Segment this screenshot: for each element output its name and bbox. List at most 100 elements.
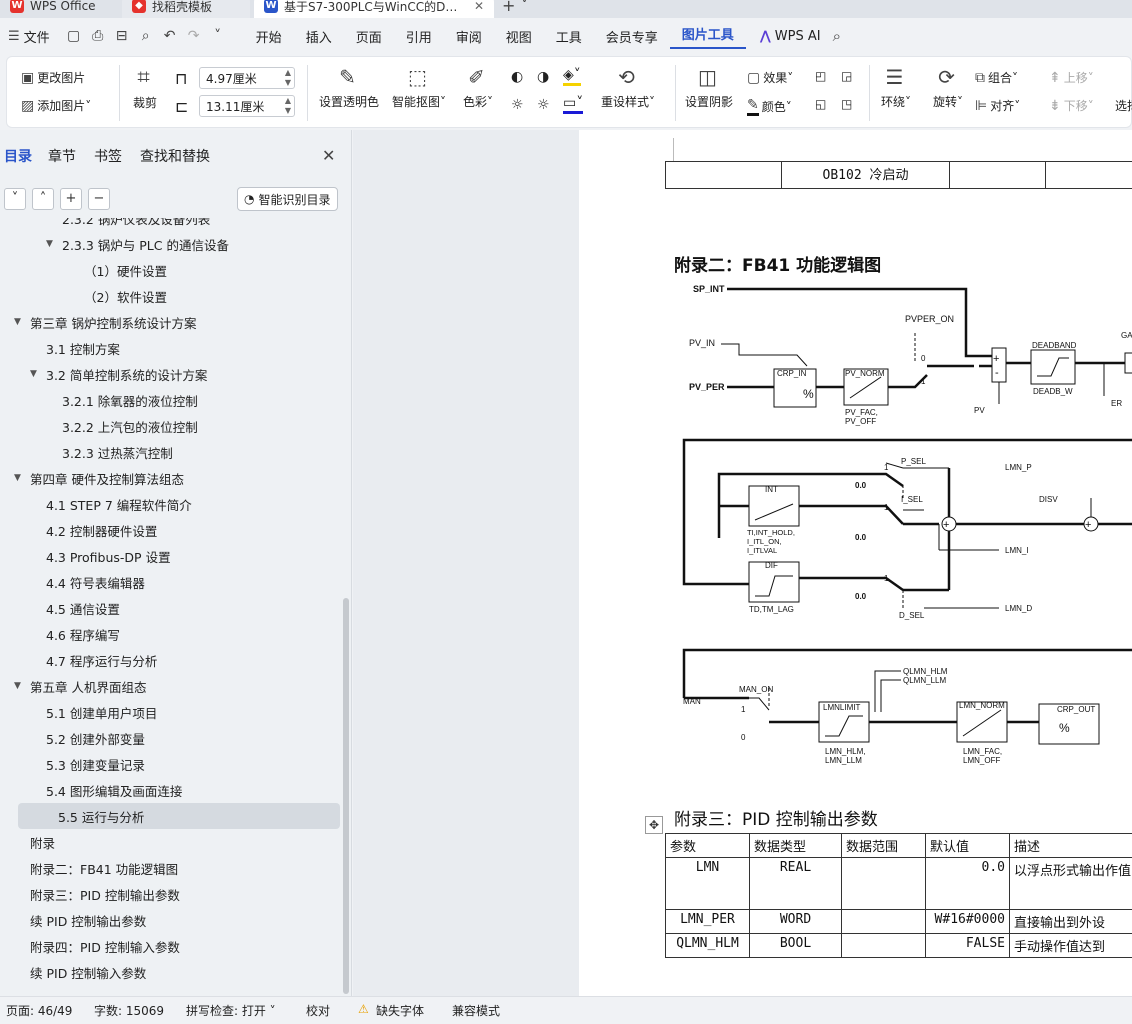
tab-chapters[interactable]: 章节 [48, 146, 76, 166]
toc-item[interactable]: 5.2 创建外部变量 [0, 725, 145, 751]
toc-item[interactable]: ▼ 第三章 锅炉控制系统设计方案 [0, 309, 196, 335]
file-menu[interactable]: 文件 [20, 27, 62, 46]
width-field[interactable]: 4.97厘米 ▲ ▼ [199, 67, 295, 89]
move-up-button[interactable]: ⇞ 上移 ˅ [1049, 69, 1094, 86]
toc-scrollbar[interactable] [343, 598, 349, 994]
menu-home[interactable]: 开始 [244, 27, 294, 46]
menu-review[interactable]: 审阅 [444, 27, 494, 46]
toc-item[interactable]: 4.6 程序编写 [0, 621, 120, 647]
toc-item[interactable]: （2）软件设置 [0, 283, 167, 309]
tab-find-replace[interactable]: 查找和替换 [140, 146, 210, 166]
color-button[interactable]: ✐ 色彩˅ [463, 65, 493, 110]
tab-toc[interactable]: 目录 [4, 146, 32, 166]
effect-button[interactable]: ▢ 效果 ˅ [747, 69, 793, 86]
toc-item[interactable]: 附录四：PID 控制输入参数 [0, 933, 180, 959]
brightness-down-icon[interactable]: ☼ [511, 97, 524, 113]
missing-font-button[interactable]: 缺失字体 [376, 1002, 424, 1019]
rotate-button[interactable]: ⟳ 旋转˅ [933, 65, 963, 110]
proofread-button[interactable]: 校对 [306, 1002, 330, 1019]
search-icon[interactable]: ⌕ [833, 27, 841, 45]
contrast-down-icon[interactable]: ☼ [537, 97, 550, 113]
toc-item[interactable]: 附录 [0, 829, 55, 855]
menu-tools[interactable]: 工具 [544, 27, 594, 46]
tab-template[interactable]: ◆ 找稻壳模板 [122, 0, 250, 18]
add-picture-button[interactable]: ▨ 添加图片 ˅ [21, 97, 91, 114]
new-tab-button[interactable]: + ˅ [502, 0, 529, 15]
brightness-up-icon[interactable]: ◐ [511, 69, 523, 85]
height-field[interactable]: 13.11厘米 ▲ ▼ [199, 95, 295, 117]
expand-triangle-icon[interactable]: ▼ [14, 681, 26, 691]
toc-item[interactable]: ▼ 3.2 简单控制系统的设计方案 [0, 361, 207, 387]
toc-item[interactable]: 5.1 创建单用户项目 [0, 699, 157, 725]
crop-button[interactable]: ⌗ 裁剪 [133, 65, 157, 111]
toc-item[interactable]: （1）硬件设置 [0, 257, 167, 283]
toc-item[interactable]: 5.3 创建变量记录 [0, 751, 145, 777]
reset-style-button[interactable]: ⟲ 重设样式˅ [601, 65, 655, 110]
tab-bookmarks[interactable]: 书签 [94, 146, 122, 166]
spell-check-toggle[interactable]: 拼写检查: 打开 ˅ [186, 1002, 276, 1019]
menu-member[interactable]: 会员专享 [594, 27, 670, 46]
contrast-up-icon[interactable]: ◑ [537, 69, 549, 85]
print-preview-icon[interactable]: ⌕ [136, 26, 156, 46]
border-color-button[interactable]: ✎ 颜色 ˅ [747, 97, 792, 116]
toc-item[interactable]: 2.3.2 锅炉仪表及设备列表 [0, 218, 210, 231]
expand-triangle-icon[interactable]: ▼ [14, 473, 26, 483]
outline-color-icon[interactable]: ▭˅ [563, 95, 584, 114]
menu-view[interactable]: 视图 [494, 27, 544, 46]
toc-item[interactable]: ▼ 第五章 人机界面组态 [0, 673, 146, 699]
toc-item[interactable]: 3.2.1 除氧器的液位控制 [0, 387, 198, 413]
more-icon[interactable]: ˅ [208, 26, 228, 46]
align-button[interactable]: ⊫ 对齐 ˅ [975, 97, 1020, 114]
hamburger-icon[interactable]: ☰ [8, 29, 20, 44]
word-count[interactable]: 字数: 15069 [94, 1002, 164, 1019]
expand-triangle-icon[interactable]: ▼ [14, 317, 26, 327]
undo-icon[interactable]: ↶ [160, 26, 180, 46]
select-button[interactable]: 选择 [1115, 97, 1132, 114]
smart-toc-button[interactable]: ◔ 智能识别目录 [237, 187, 338, 211]
menu-reference[interactable]: 引用 [394, 27, 444, 46]
wps-ai-button[interactable]: WPS AI [771, 29, 833, 44]
spin-arrows-icon[interactable]: ▲ ▼ [285, 96, 291, 116]
expand-triangle-icon[interactable]: ▼ [30, 369, 42, 379]
spin-arrows-icon[interactable]: ▲ ▼ [285, 68, 291, 88]
toc-item[interactable]: 5.4 图形编辑及画面连接 [0, 777, 182, 803]
toc-item[interactable]: 4.5 通信设置 [0, 595, 120, 621]
toc-item[interactable]: 续 PID 控制输入参数 [0, 959, 146, 985]
toc-item[interactable]: 3.1 控制方案 [0, 335, 120, 361]
tab-wps-office[interactable]: W WPS Office [0, 0, 118, 18]
collapse-all-icon[interactable]: ˅ [4, 188, 26, 210]
toc-item[interactable]: 续 PID 控制输出参数 [0, 907, 146, 933]
set-transparent-button[interactable]: ✎ 设置透明色 [319, 65, 379, 110]
group-button[interactable]: ⧉ 组合 ˅ [975, 69, 1018, 86]
expand-triangle-icon[interactable]: ▼ [46, 239, 58, 249]
smart-cutout-button[interactable]: ⬚ 智能抠图˅ [392, 65, 446, 110]
toc-item[interactable]: 附录二：FB41 功能逻辑图 [0, 855, 178, 881]
toc-item[interactable]: 3.2.2 上汽包的液位控制 [0, 413, 198, 439]
toc-item[interactable]: 4.2 控制器硬件设置 [0, 517, 157, 543]
close-tab-icon[interactable]: ✕ [474, 0, 484, 13]
toc-item[interactable]: 4.7 程序运行与分析 [0, 647, 157, 673]
tab-document[interactable]: W 基于S7-300PLC与WinCC的D… ✕ [254, 0, 494, 18]
toc-item[interactable]: ▼ 第四章 硬件及控制算法组态 [0, 465, 184, 491]
table-move-handle-icon[interactable]: ✥ [645, 816, 663, 834]
close-pane-icon[interactable]: ✕ [322, 146, 335, 165]
export-icon[interactable]: ⎙ [88, 26, 108, 46]
shadow-right-icon[interactable]: ◲ [841, 69, 852, 83]
add-heading-icon[interactable]: + [60, 188, 82, 210]
fill-color-icon[interactable]: ◈˅ [563, 67, 581, 86]
menu-picture-tools[interactable]: 图片工具 [669, 24, 746, 49]
shadow-left-icon[interactable]: ◱ [815, 97, 826, 111]
page-indicator[interactable]: 页面: 46/49 [6, 1002, 72, 1019]
toc-item[interactable]: 5.5 运行与分析 [18, 803, 340, 829]
change-picture-button[interactable]: ▣ 更改图片 [21, 69, 85, 86]
wrap-button[interactable]: ☰ 环绕˅ [881, 65, 911, 110]
shadow-up-icon[interactable]: ◰ [815, 69, 826, 83]
print-icon[interactable]: ⊟ [112, 26, 132, 46]
remove-heading-icon[interactable]: − [88, 188, 110, 210]
redo-icon[interactable]: ↷ [184, 26, 204, 46]
save-icon[interactable]: ▢ [64, 26, 84, 46]
toc-item[interactable]: 4.3 Profibus-DP 设置 [0, 543, 171, 569]
toc-item[interactable]: 附录三：PID 控制输出参数 [0, 881, 180, 907]
menu-page[interactable]: 页面 [344, 27, 394, 46]
menu-insert[interactable]: 插入 [294, 27, 344, 46]
